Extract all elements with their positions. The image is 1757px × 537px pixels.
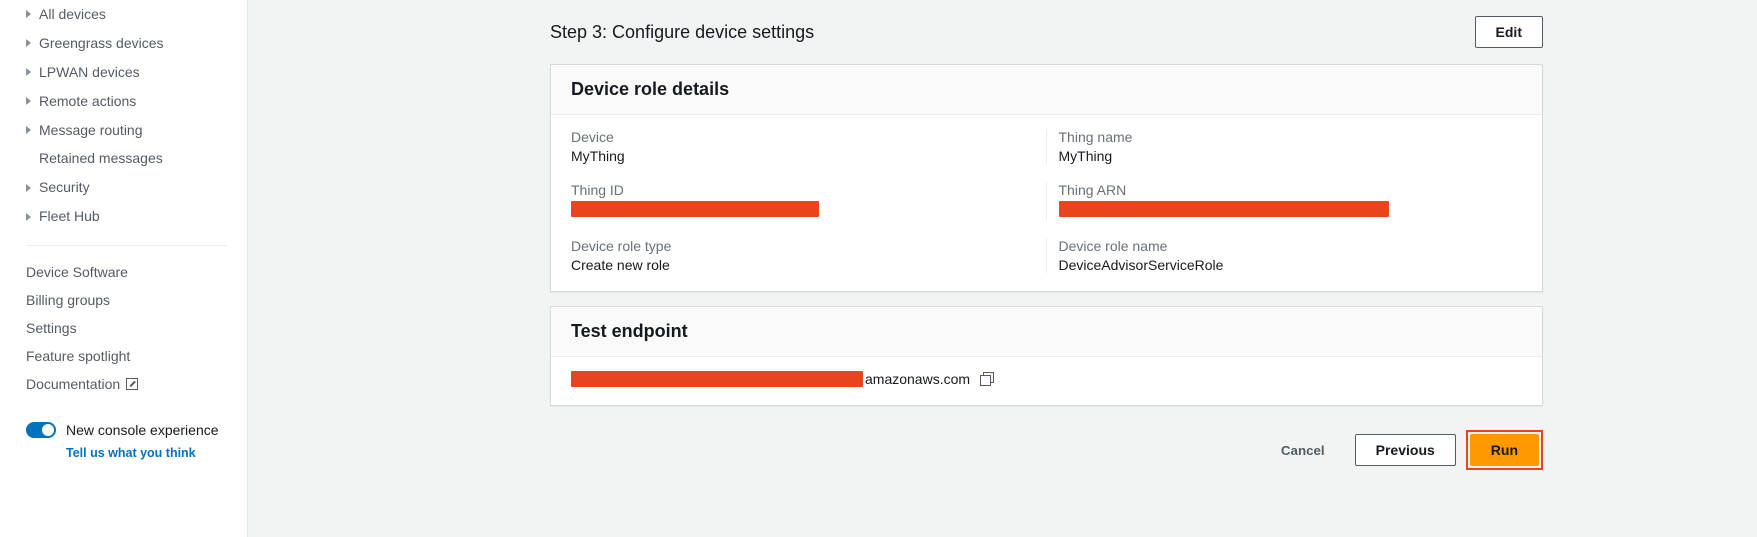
field-thing-arn: Thing ARN [1059,182,1523,220]
sidebar-item-label: Message routing [39,121,143,140]
feedback-link[interactable]: Tell us what you think [26,446,247,460]
sidebar-item-lpwan-devices[interactable]: LPWAN devices [26,58,239,87]
caret-icon [26,97,31,105]
sidebar-item-billing-groups[interactable]: Billing groups [26,286,239,314]
sidebar-item-device-software[interactable]: Device Software [26,258,239,286]
card-header: Test endpoint [551,307,1542,357]
sidebar-item-label: Settings [26,320,77,336]
sidebar-item-label: Device Software [26,264,128,280]
redacted-value [1059,201,1389,217]
caret-icon [26,10,31,18]
run-button[interactable]: Run [1470,434,1539,466]
sidebar-item-retained-messages[interactable]: Retained messages [26,144,239,173]
copy-icon[interactable] [980,372,994,386]
toggle-label: New console experience [66,422,219,438]
new-console-toggle-row: New console experience [26,422,247,438]
field-label: Thing name [1059,129,1523,145]
divider [26,245,227,246]
sidebar-item-label: Fleet Hub [39,207,100,226]
test-endpoint-card: Test endpoint amazonaws.com [550,306,1543,406]
main-content: Step 3: Configure device settings Edit D… [248,0,1757,537]
caret-icon [26,184,31,192]
field-label: Device role type [571,238,1035,254]
field-role-name: Device role name DeviceAdvisorServiceRol… [1059,238,1523,273]
sidebar-item-label: Documentation [26,376,120,392]
endpoint-row: amazonaws.com [571,371,1522,387]
field-device: Device MyThing [571,129,1035,164]
endpoint-suffix: amazonaws.com [865,371,970,387]
caret-icon [26,39,31,47]
step-header: Step 3: Configure device settings Edit [248,0,1757,64]
sidebar-item-fleet-hub[interactable]: Fleet Hub [26,202,239,231]
field-value: MyThing [1059,148,1523,164]
field-label: Thing ARN [1059,182,1523,198]
field-role-type: Device role type Create new role [571,238,1035,273]
caret-icon [26,68,31,76]
field-thing-id: Thing ID [571,182,1035,220]
sidebar-item-feature-spotlight[interactable]: Feature spotlight [26,342,239,370]
sidebar-item-label: Remote actions [39,92,136,111]
sidebar-item-message-routing[interactable]: Message routing [26,116,239,145]
sidebar-item-label: Security [39,178,90,197]
device-role-card: Device role details Device MyThing Thing… [550,64,1543,292]
sidebar-item-label: Billing groups [26,292,110,308]
sidebar-item-remote-actions[interactable]: Remote actions [26,87,239,116]
sidebar-item-greengrass-devices[interactable]: Greengrass devices [26,29,239,58]
card-header: Device role details [551,65,1542,115]
step-title: Step 3: Configure device settings [550,22,814,43]
sidebar-item-label: All devices [39,5,106,24]
new-console-toggle[interactable] [26,422,56,438]
sidebar: All devices Greengrass devices LPWAN dev… [0,0,248,537]
field-value: MyThing [571,148,1035,164]
field-label: Device [571,129,1035,145]
redacted-value [571,201,819,217]
field-thing-name: Thing name MyThing [1059,129,1523,164]
nav-sub-list: Device Software Billing groups Settings … [0,252,247,398]
footer-actions: Cancel Previous Run [248,420,1757,480]
field-label: Thing ID [571,182,1035,198]
sidebar-item-all-devices[interactable]: All devices [26,0,239,29]
run-button-highlight: Run [1466,430,1543,470]
sidebar-item-security[interactable]: Security [26,173,239,202]
sidebar-item-label: Greengrass devices [39,34,164,53]
caret-icon [26,213,31,221]
nav-list: All devices Greengrass devices LPWAN dev… [0,0,247,231]
sidebar-item-settings[interactable]: Settings [26,314,239,342]
field-value: DeviceAdvisorServiceRole [1059,257,1523,273]
caret-icon [26,126,31,134]
edit-button[interactable]: Edit [1475,16,1543,48]
sidebar-item-documentation[interactable]: Documentation [26,370,239,398]
previous-button[interactable]: Previous [1355,434,1456,466]
sidebar-item-label: Feature spotlight [26,348,130,364]
field-label: Device role name [1059,238,1523,254]
cancel-button[interactable]: Cancel [1261,437,1345,464]
field-value: Create new role [571,257,1035,273]
redacted-value [571,371,863,387]
sidebar-item-label: LPWAN devices [39,63,140,82]
sidebar-item-label: Retained messages [39,149,163,168]
external-link-icon [126,378,138,390]
